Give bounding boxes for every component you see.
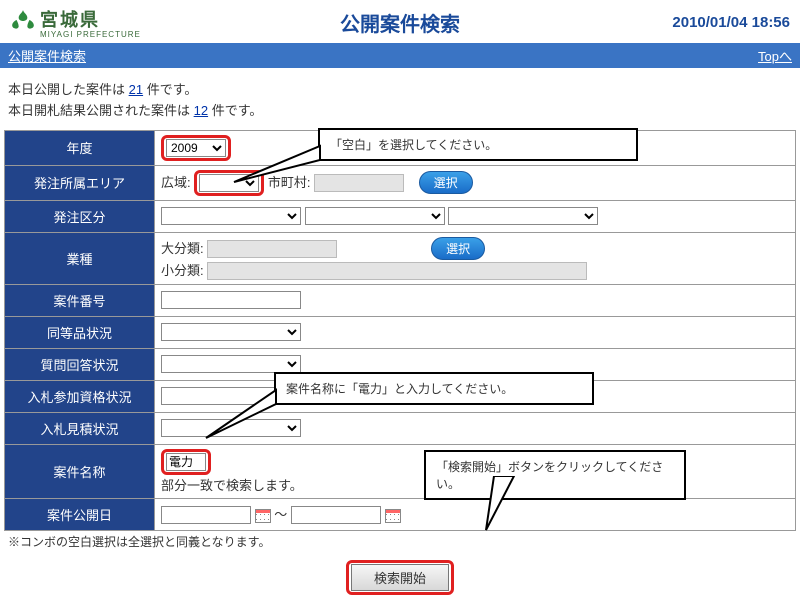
- case-no-input[interactable]: [161, 291, 301, 309]
- callout-case-name: 案件名称に「電力」と入力してください。: [274, 372, 594, 405]
- major-cat-field: [207, 240, 337, 258]
- page-title: 公開案件検索: [340, 8, 460, 37]
- prefecture-name-en: MIYAGI PREFECTURE: [40, 30, 141, 39]
- case-name-input[interactable]: [166, 453, 206, 471]
- wide-area-label: 広域:: [161, 175, 191, 190]
- label-order-area: 発注所属エリア: [5, 165, 155, 200]
- calendar-icon[interactable]: [255, 509, 271, 523]
- municipality-field: [314, 174, 404, 192]
- label-industry: 業種: [5, 232, 155, 284]
- label-case-name: 案件名称: [5, 444, 155, 498]
- qa-status-select[interactable]: [161, 355, 301, 373]
- combo-blank-note: ※コンボの空白選択は全選択と同義となります。: [0, 531, 800, 552]
- label-equiv-status: 同等品状況: [5, 316, 155, 348]
- leaf-icon: [10, 8, 36, 37]
- timestamp: 2010/01/04 18:56: [672, 14, 790, 31]
- prefecture-name: 宮城県: [40, 10, 100, 30]
- equiv-status-select[interactable]: [161, 323, 301, 341]
- callout-blank: 「空白」を選択してください。: [318, 128, 638, 161]
- label-case-no: 案件番号: [5, 284, 155, 316]
- callout-search: 「検索開始」ボタンをクリックしてください。: [424, 450, 686, 500]
- partial-match-note: 部分一致で検索します。: [161, 478, 303, 493]
- callout-tail-icon: [204, 388, 278, 440]
- breadcrumb-link[interactable]: 公開案件検索: [8, 46, 86, 65]
- date-separator: ～: [274, 507, 287, 522]
- calendar-icon[interactable]: [385, 509, 401, 523]
- label-qual-status: 入札参加資格状況: [5, 380, 155, 412]
- label-est-status: 入札見積状況: [5, 412, 155, 444]
- search-button[interactable]: 検索開始: [351, 564, 449, 591]
- major-cat-label: 大分類:: [161, 241, 204, 256]
- year-select[interactable]: 2009: [166, 139, 226, 157]
- order-class-select-2[interactable]: [305, 207, 445, 225]
- municipality-select-button[interactable]: 選択: [419, 171, 473, 194]
- minor-cat-label: 小分類:: [161, 263, 204, 278]
- pub-date-from-input[interactable]: [161, 506, 251, 524]
- order-class-select-1[interactable]: [161, 207, 301, 225]
- top-link[interactable]: Topへ: [758, 46, 792, 65]
- highlight-year: 2009: [161, 135, 231, 161]
- callout-tail-icon: [232, 144, 322, 184]
- label-qa-status: 質問回答状況: [5, 348, 155, 380]
- minor-cat-field: [207, 262, 587, 280]
- label-year: 年度: [5, 130, 155, 165]
- prefecture-logo: 宮城県 MIYAGI PREFECTURE: [10, 6, 141, 39]
- today-result-count-link[interactable]: 12: [194, 103, 208, 118]
- label-order-class: 発注区分: [5, 200, 155, 232]
- highlight-case-name: [161, 449, 211, 475]
- intro-text: 本日公開した案件は 21 件です。 本日開札結果公開された案件は 12 件です。: [0, 68, 800, 130]
- industry-select-button[interactable]: 選択: [431, 237, 485, 260]
- order-class-select-3[interactable]: [448, 207, 598, 225]
- label-pub-date: 案件公開日: [5, 498, 155, 530]
- highlight-search: 検索開始: [346, 560, 454, 595]
- callout-tail-icon: [484, 476, 544, 532]
- today-published-count-link[interactable]: 21: [129, 82, 143, 97]
- pub-date-to-input[interactable]: [291, 506, 381, 524]
